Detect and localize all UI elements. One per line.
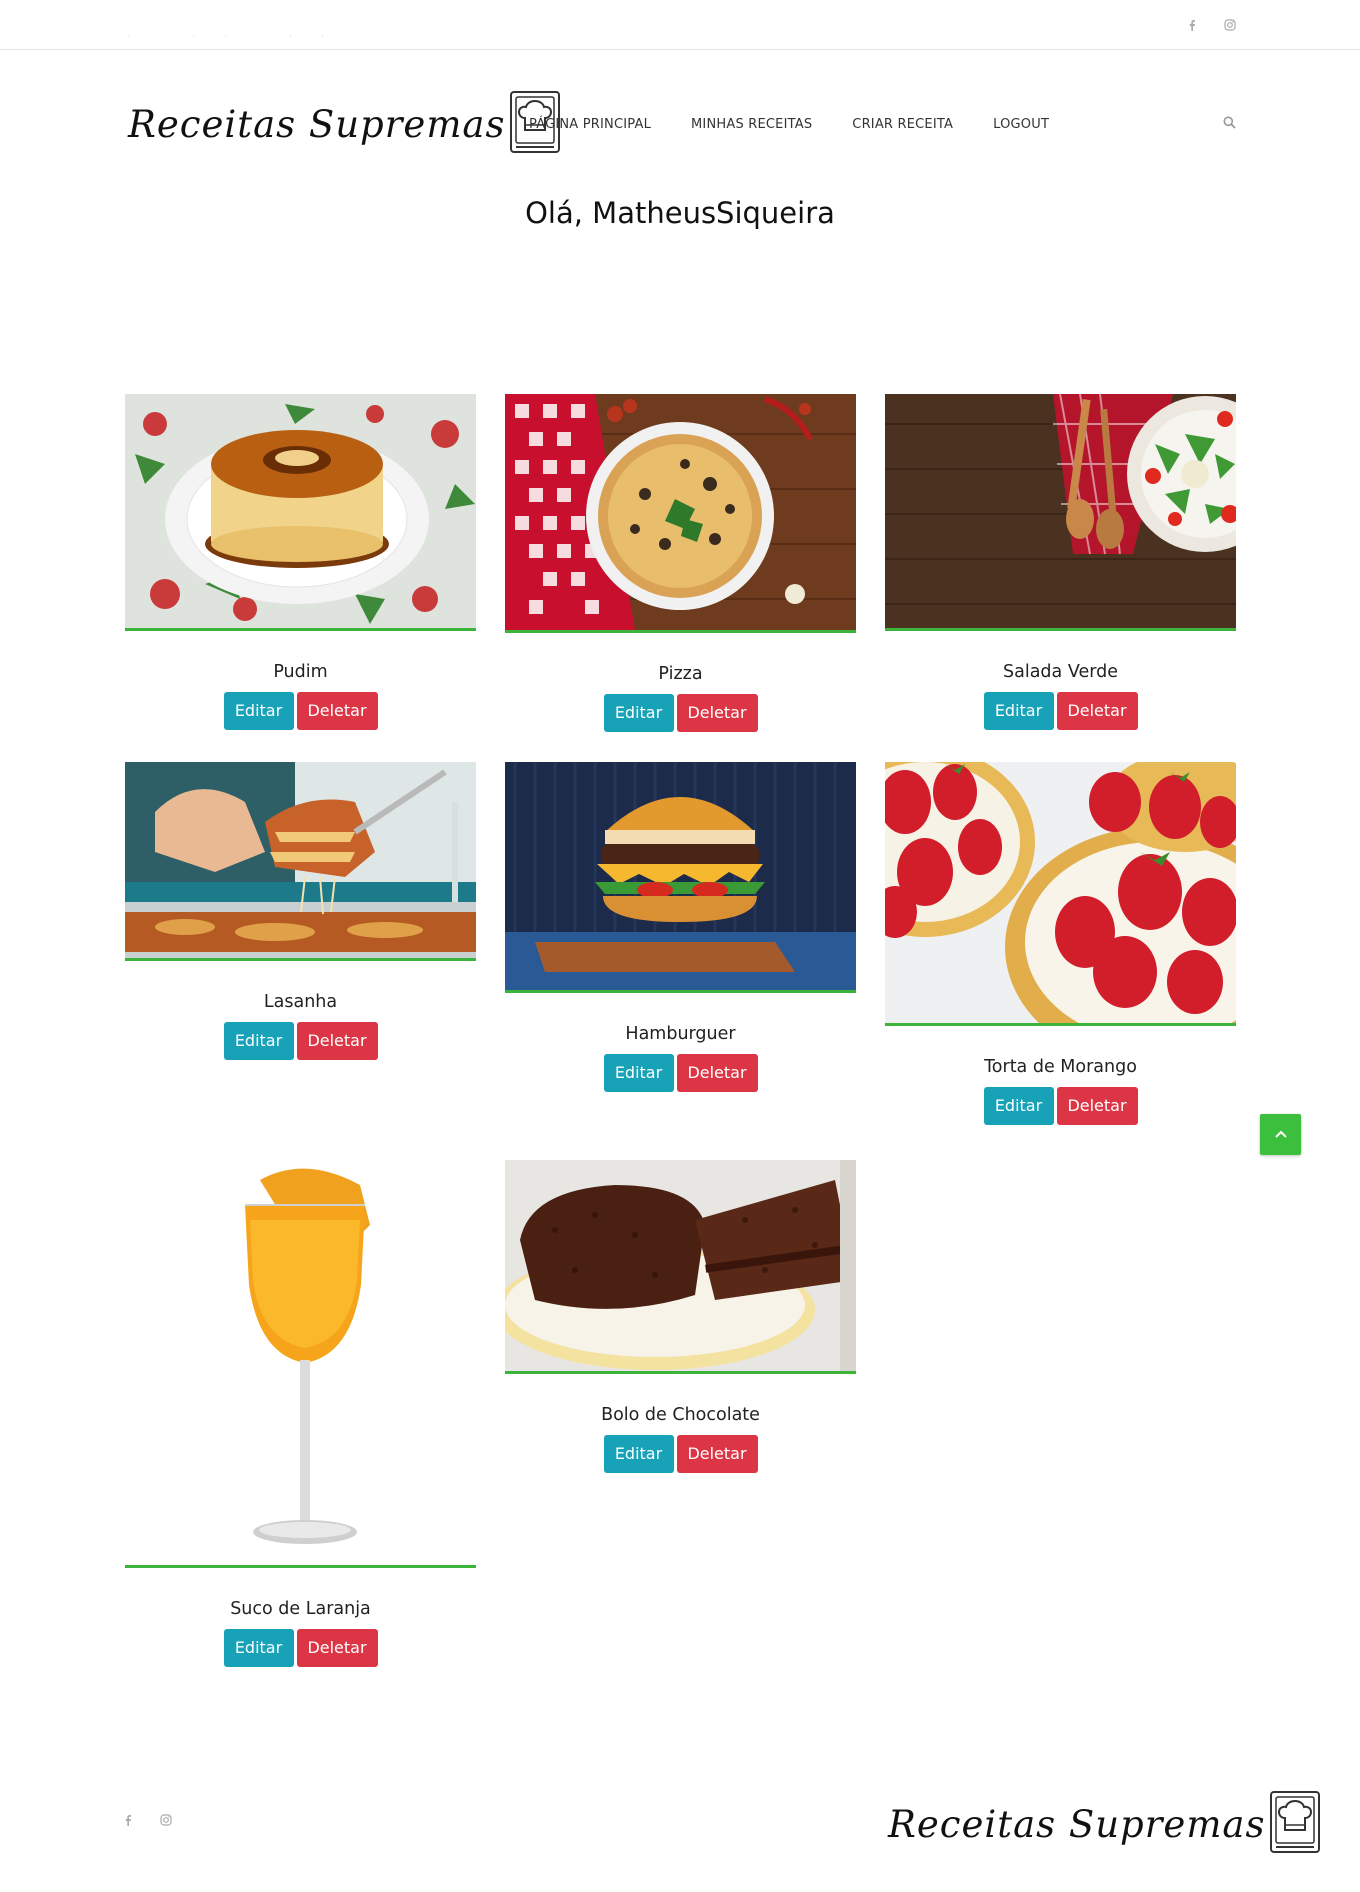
edit-button[interactable]: Editar: [603, 1054, 674, 1092]
recipe-card: Salada Verde Editar Deletar: [885, 394, 1236, 730]
delete-button[interactable]: Deletar: [1056, 1087, 1138, 1125]
recipe-card: Pizza Editar Deletar: [505, 394, 856, 732]
logo-text: Receitas Supremas: [888, 1803, 1266, 1846]
facebook-icon[interactable]: [124, 1814, 132, 1826]
recipe-image-hamburguer[interactable]: [505, 762, 856, 993]
recipe-actions: Editar Deletar: [125, 1629, 476, 1667]
recipe-card: Lasanha Editar Deletar: [125, 762, 476, 1060]
edit-button[interactable]: Editar: [983, 692, 1054, 730]
top-bar: . .. ..: [0, 0, 1360, 50]
recipe-image-salada-verde[interactable]: [885, 394, 1236, 631]
footer-logo[interactable]: Receitas Supremas: [888, 1790, 1321, 1859]
edit-button[interactable]: Editar: [223, 1629, 294, 1667]
recipe-image-bolo-de-chocolate[interactable]: [505, 1160, 856, 1374]
recipe-image-suco-de-laranja[interactable]: [125, 1160, 476, 1568]
top-social-links: [1188, 19, 1236, 31]
footer-social-links: [124, 1814, 172, 1826]
logo-text: Receitas Supremas: [128, 103, 506, 146]
recipe-image-pizza[interactable]: [505, 394, 856, 633]
nav-logout[interactable]: LOGOUT: [993, 117, 1049, 132]
top-bar-dots: . .. ..: [128, 30, 354, 39]
recipe-actions: Editar Deletar: [505, 1435, 856, 1473]
recipe-image-pudim[interactable]: [125, 394, 476, 631]
recipe-title: Suco de Laranja: [230, 1599, 371, 1619]
nav-my-recipes[interactable]: MINHAS RECEITAS: [691, 117, 812, 132]
delete-button[interactable]: Deletar: [1056, 692, 1138, 730]
facebook-icon[interactable]: [1188, 19, 1196, 31]
delete-button[interactable]: Deletar: [676, 694, 758, 732]
main-nav: PÁGINA PRINCIPAL MINHAS RECEITAS CRIAR R…: [529, 117, 1049, 132]
page-title: Olá, MatheusSiqueira: [525, 196, 835, 230]
recipe-card: Hamburguer Editar Deletar: [505, 762, 856, 1092]
recipe-title: Pizza: [658, 664, 703, 684]
delete-button[interactable]: Deletar: [676, 1054, 758, 1092]
nav-home[interactable]: PÁGINA PRINCIPAL: [529, 117, 651, 132]
recipe-actions: Editar Deletar: [505, 1054, 856, 1092]
recipe-title: Torta de Morango: [984, 1057, 1137, 1077]
delete-button[interactable]: Deletar: [296, 1022, 378, 1060]
edit-button[interactable]: Editar: [603, 694, 674, 732]
site-logo[interactable]: Receitas Supremas: [128, 90, 561, 159]
edit-button[interactable]: Editar: [983, 1087, 1054, 1125]
recipe-title: Bolo de Chocolate: [601, 1405, 760, 1425]
recipe-title: Pudim: [273, 662, 328, 682]
recipe-title: Lasanha: [263, 992, 338, 1012]
edit-button[interactable]: Editar: [603, 1435, 674, 1473]
instagram-icon[interactable]: [160, 1814, 172, 1826]
recipe-card: Bolo de Chocolate Editar Deletar: [505, 1160, 856, 1473]
edit-button[interactable]: Editar: [223, 692, 294, 730]
recipe-actions: Editar Deletar: [885, 1087, 1236, 1125]
edit-button[interactable]: Editar: [223, 1022, 294, 1060]
recipe-title: Salada Verde: [1003, 662, 1118, 682]
recipe-actions: Editar Deletar: [885, 692, 1236, 730]
delete-button[interactable]: Deletar: [296, 1629, 378, 1667]
recipe-title: Hamburguer: [625, 1024, 736, 1044]
recipe-actions: Editar Deletar: [125, 692, 476, 730]
recipe-card: Torta de Morango Editar Deletar: [885, 762, 1236, 1125]
recipe-image-torta-de-morango[interactable]: [885, 762, 1236, 1026]
search-icon[interactable]: [1223, 116, 1236, 134]
back-to-top-button[interactable]: [1260, 1114, 1301, 1155]
recipe-actions: Editar Deletar: [125, 1022, 476, 1060]
chevron-up-icon: [1274, 1126, 1288, 1144]
chef-book-icon: [1269, 1790, 1321, 1859]
recipe-card: Pudim Editar Deletar: [125, 394, 476, 730]
recipe-image-lasanha[interactable]: [125, 762, 476, 961]
delete-button[interactable]: Deletar: [296, 692, 378, 730]
recipe-card: Suco de Laranja Editar Deletar: [125, 1160, 476, 1667]
recipe-actions: Editar Deletar: [505, 694, 856, 732]
delete-button[interactable]: Deletar: [676, 1435, 758, 1473]
instagram-icon[interactable]: [1224, 19, 1236, 31]
nav-create-recipe[interactable]: CRIAR RECEITA: [852, 117, 953, 132]
